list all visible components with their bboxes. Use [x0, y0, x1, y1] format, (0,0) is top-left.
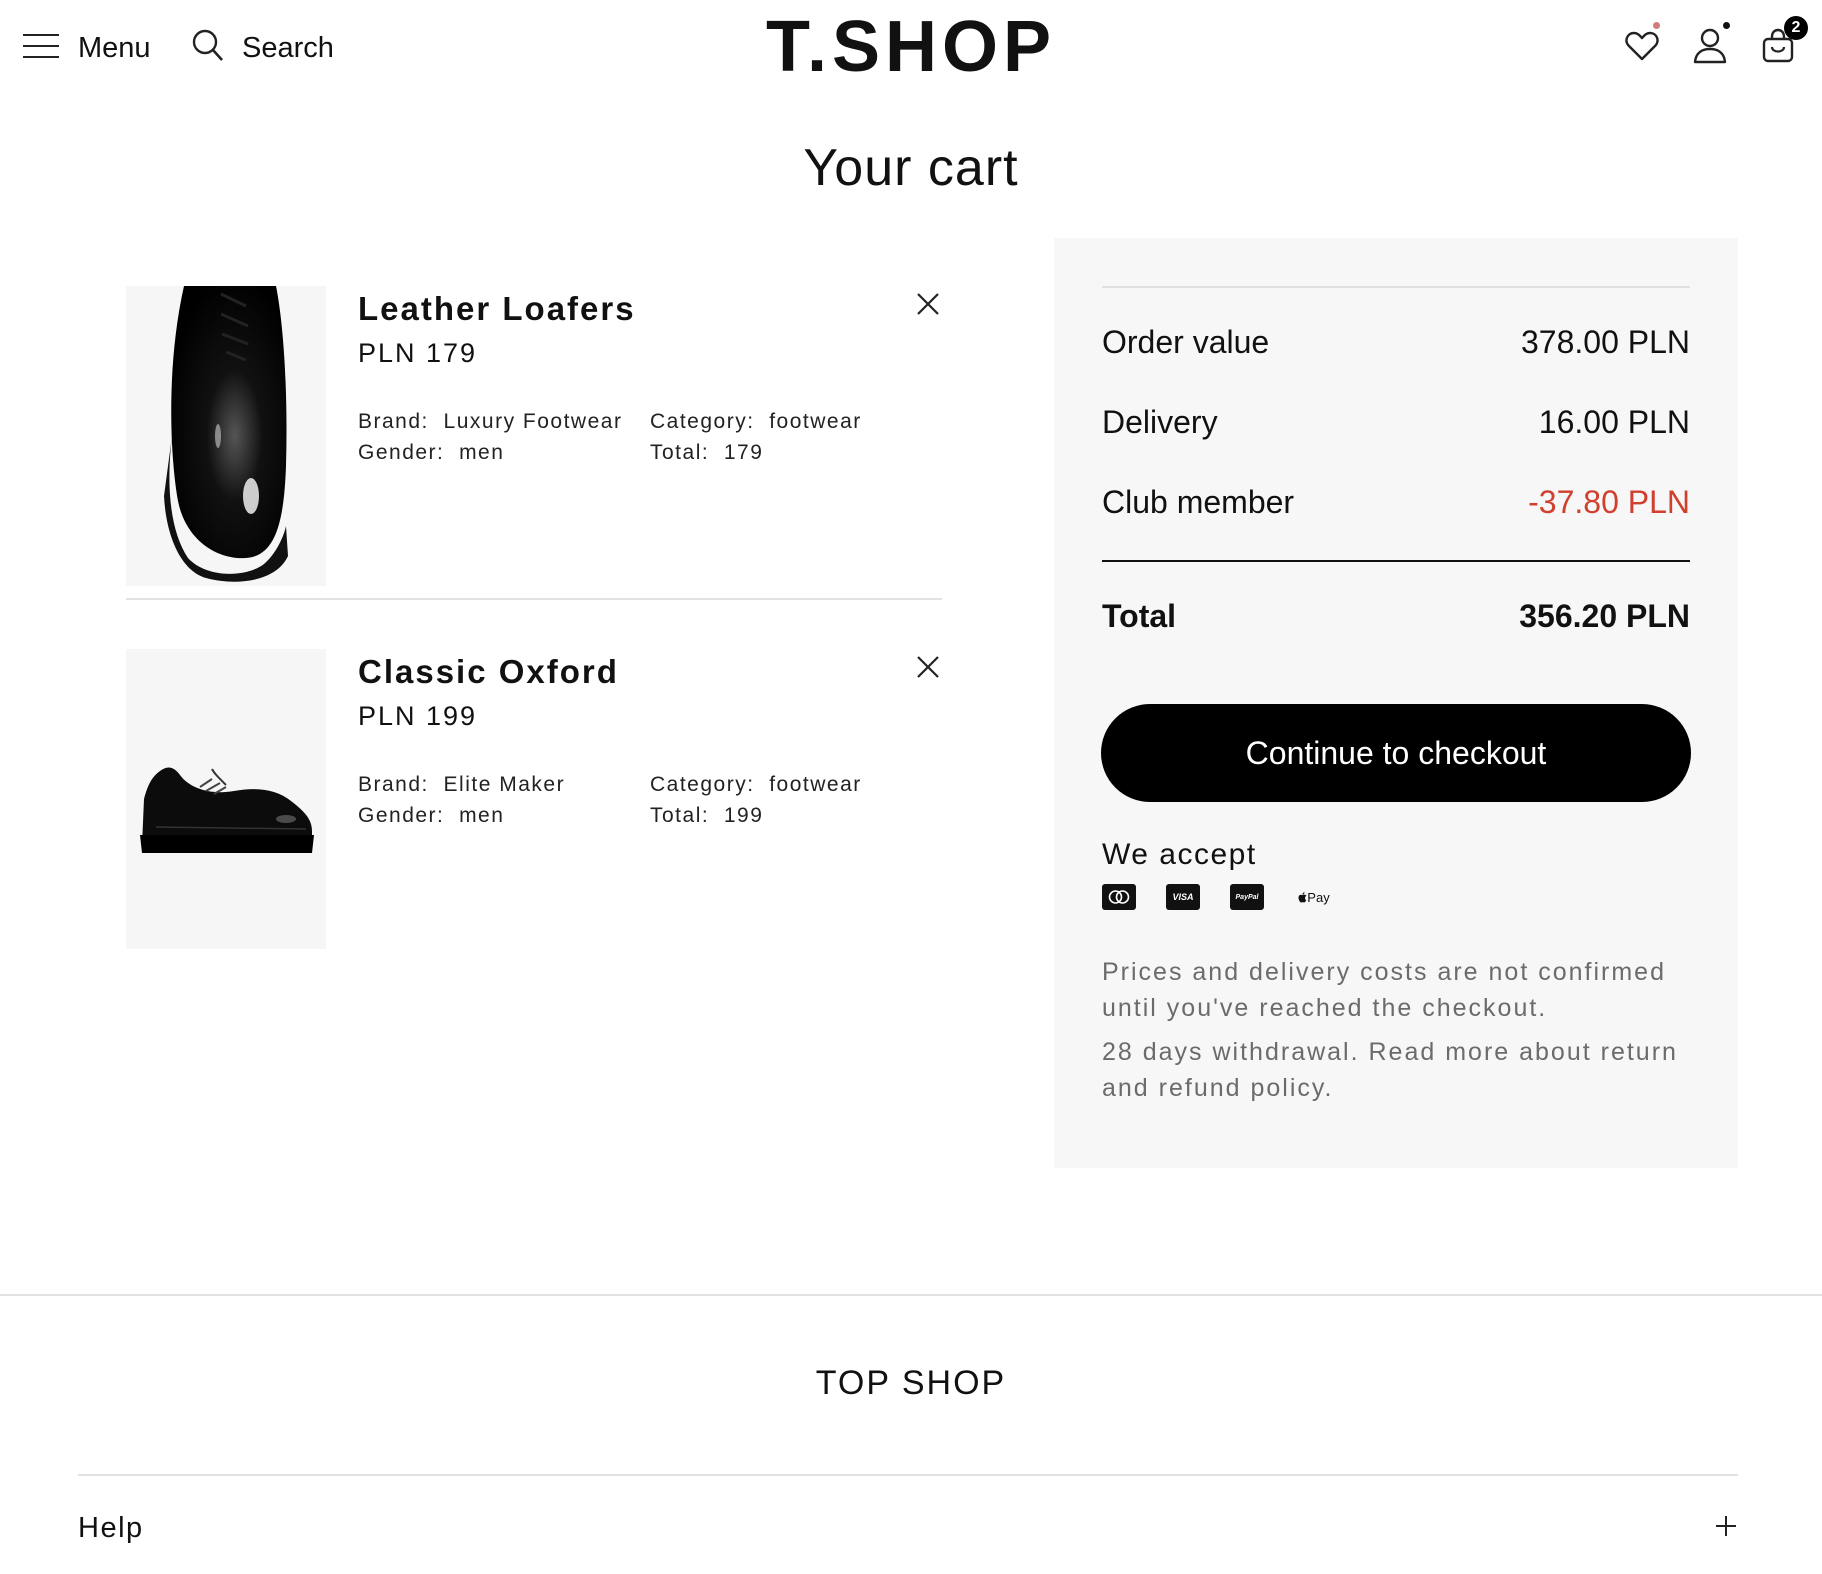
order-summary-panel: Order value 378.00 PLN Delivery 16.00 PL…: [1054, 238, 1738, 1168]
apple-pay-label: Pay: [1307, 889, 1330, 905]
cart-item: Leather Loafers PLN 179 Brand: Luxury Fo…: [126, 286, 944, 586]
help-accordion[interactable]: Help: [78, 1506, 1738, 1550]
delivery-label: Delivery: [1102, 404, 1218, 440]
product-image-leather-loafers[interactable]: [126, 286, 326, 586]
category-attr: Category: footwear: [650, 410, 862, 434]
brand-value: Luxury Footwear: [443, 410, 623, 433]
total-label: Total:: [650, 804, 710, 827]
brand-label: Brand:: [358, 410, 429, 433]
brand-attr: Brand: Elite Maker: [358, 773, 565, 797]
product-image-classic-oxford[interactable]: [126, 649, 326, 949]
product-name[interactable]: Leather Loafers: [358, 290, 636, 328]
total-attr: Total: 199: [650, 804, 763, 828]
remove-item-button[interactable]: [910, 288, 946, 324]
close-icon: [916, 655, 940, 684]
wishlist-button[interactable]: [1618, 22, 1666, 72]
category-label: Category:: [650, 410, 755, 433]
total-row: Total 356.20 PLN: [1102, 598, 1690, 635]
product-price: PLN 199: [358, 701, 478, 731]
gender-label: Gender:: [358, 804, 445, 827]
order-value-label: Order value: [1102, 324, 1270, 360]
search-icon: [192, 29, 224, 68]
plus-icon: [1714, 1514, 1738, 1543]
item-divider: [126, 598, 942, 600]
account-button[interactable]: [1686, 22, 1734, 72]
menu-button[interactable]: Menu: [22, 22, 151, 74]
withdrawal-note[interactable]: 28 days withdrawal. Read more about retu…: [1102, 1034, 1692, 1106]
total-amount: 356.20 PLN: [1519, 598, 1690, 634]
gender-attr: Gender: men: [358, 804, 504, 828]
order-value-amount: 378.00 PLN: [1520, 324, 1690, 360]
total-value: 199: [723, 804, 764, 827]
delivery-amount: 16.00 PLN: [1538, 404, 1690, 440]
hamburger-icon: [22, 31, 60, 66]
gender-label: Gender:: [358, 441, 445, 464]
menu-label: Menu: [78, 31, 151, 64]
total-attr: Total: 179: [650, 441, 763, 465]
footer-section-rule: [78, 1474, 1738, 1476]
summary-total-rule: [1102, 560, 1690, 562]
product-price: PLN 179: [358, 338, 478, 368]
site-logo[interactable]: T.SHOP: [766, 7, 1056, 87]
paypal-icon: PayPal: [1230, 884, 1264, 910]
brand-label: Brand:: [358, 773, 429, 796]
total-value: 179: [723, 441, 764, 464]
checkout-button[interactable]: Continue to checkout: [1101, 704, 1691, 802]
mastercard-icon: [1102, 884, 1136, 910]
category-attr: Category: footwear: [650, 773, 862, 797]
total-label: Total:: [650, 441, 710, 464]
wishlist-dot: [1653, 22, 1660, 29]
gender-value: men: [459, 804, 505, 827]
gender-value: men: [459, 441, 505, 464]
category-value: footwear: [769, 773, 862, 796]
product-name[interactable]: Classic Oxford: [358, 653, 619, 691]
cart-item: Classic Oxford PLN 199 Brand: Elite Make…: [126, 649, 944, 949]
user-icon: [1693, 28, 1727, 69]
search-button[interactable]: Search: [192, 22, 334, 74]
we-accept-title: We accept: [1102, 838, 1257, 871]
account-dot: [1723, 22, 1730, 29]
total-label: Total: [1102, 598, 1177, 634]
footer-brand: TOP SHOP: [815, 1364, 1007, 1402]
club-member-label: Club member: [1102, 484, 1295, 520]
gender-attr: Gender: men: [358, 441, 504, 465]
category-label: Category:: [650, 773, 755, 796]
club-member-row: Club member -37.80 PLN: [1102, 484, 1690, 521]
price-disclaimer: Prices and delivery costs are not confir…: [1102, 958, 1666, 1022]
brand-attr: Brand: Luxury Footwear: [358, 410, 622, 434]
cart-button[interactable]: 2: [1754, 16, 1808, 72]
payment-methods: VISA PayPal Pay: [1102, 884, 1334, 910]
heart-icon: [1625, 31, 1659, 66]
search-label: Search: [242, 31, 334, 64]
cart-count-badge: 2: [1784, 16, 1808, 40]
order-value-row: Order value 378.00 PLN: [1102, 324, 1690, 361]
apple-pay-icon: Pay: [1294, 884, 1334, 910]
category-value: footwear: [769, 410, 862, 433]
help-label: Help: [78, 1511, 144, 1544]
club-member-discount: -37.80 PLN: [1528, 484, 1690, 520]
page-title: Your cart: [803, 139, 1019, 197]
delivery-row: Delivery 16.00 PLN: [1102, 404, 1690, 441]
summary-top-rule: [1102, 286, 1690, 288]
visa-icon: VISA: [1166, 884, 1200, 910]
remove-item-button[interactable]: [910, 651, 946, 687]
close-icon: [916, 292, 940, 321]
footer-divider: [0, 1294, 1822, 1296]
brand-value: Elite Maker: [443, 773, 566, 796]
